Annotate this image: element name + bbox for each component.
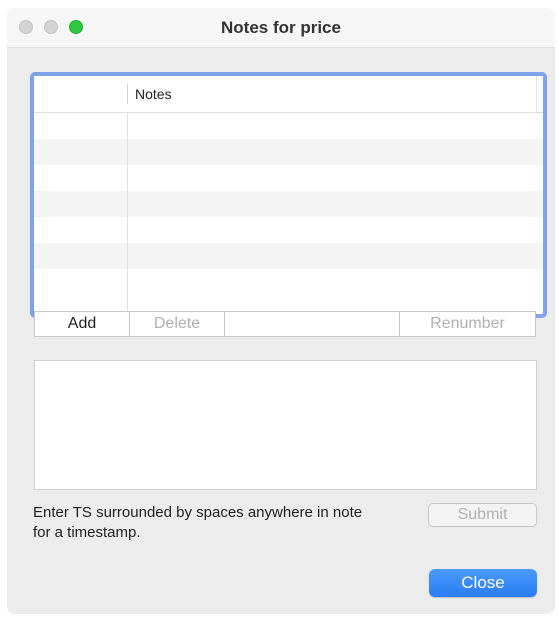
- table-row[interactable]: [34, 243, 543, 269]
- notes-window: Notes for price Notes Add Delete Renumbe…: [7, 8, 555, 614]
- header-scroll-corner: [536, 76, 543, 112]
- renumber-button[interactable]: Renumber: [399, 312, 535, 336]
- column-divider[interactable]: [127, 84, 128, 104]
- table-row[interactable]: [34, 165, 543, 191]
- table-row[interactable]: [34, 217, 543, 243]
- table-row[interactable]: [34, 113, 543, 139]
- table-actions-bar: Add Delete Renumber: [34, 311, 536, 337]
- table-row[interactable]: [34, 139, 543, 165]
- table-header: Notes: [34, 76, 543, 113]
- column-header-notes[interactable]: Notes: [135, 86, 172, 102]
- column-divider-body: [127, 113, 128, 313]
- window-title: Notes for price: [221, 18, 341, 37]
- delete-button[interactable]: Delete: [130, 312, 225, 336]
- table-row[interactable]: [34, 191, 543, 217]
- table-rows: [34, 113, 543, 295]
- table-row[interactable]: [34, 269, 543, 295]
- submit-button[interactable]: Submit: [428, 503, 537, 527]
- timestamp-hint: Enter TS surrounded by spaces anywhere i…: [33, 504, 363, 541]
- notes-table[interactable]: Notes: [30, 72, 547, 318]
- note-text-input[interactable]: [34, 360, 537, 490]
- close-button[interactable]: Close: [429, 569, 537, 597]
- title-bar: Notes for price: [7, 8, 555, 48]
- add-button[interactable]: Add: [35, 312, 130, 336]
